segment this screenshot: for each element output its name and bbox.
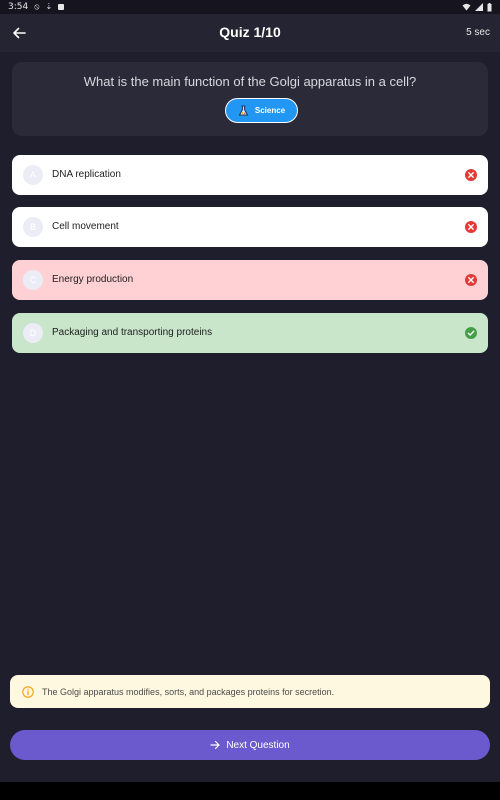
signal-icon [475,3,483,11]
notification-icon [58,4,65,10]
category-label: Science [254,106,286,115]
explanation-text: The Golgi apparatus modifies, sorts, and… [42,686,335,697]
x-circle-icon [465,169,477,181]
option-text: Energy production [52,274,134,285]
science-icon [238,105,249,116]
answer-option-c[interactable]: C Energy production [12,260,488,300]
x-circle-icon [465,221,477,233]
answer-option-b[interactable]: B Cell movement [12,207,488,247]
question-card: What is the main function of the Golgi a… [12,62,488,136]
answer-option-a[interactable]: A DNA replication [12,155,488,195]
option-text: Packaging and transporting proteins [52,327,213,338]
wifi-icon [462,3,471,11]
battery-icon [487,2,492,11]
info-icon [22,685,34,698]
download-icon: ⇣ [45,2,53,11]
arrow-right-icon [210,740,220,750]
option-letter: B [23,217,43,237]
explanation-banner: The Golgi apparatus modifies, sorts, and… [10,675,490,708]
next-button-label: Next Question [226,739,290,751]
option-text: DNA replication [52,169,121,180]
next-question-button[interactable]: Next Question [10,730,490,760]
category-chip[interactable]: Science [225,98,298,123]
option-letter: D [23,323,43,343]
option-letter: C [23,270,43,290]
check-circle-icon [465,327,477,339]
page-title: Quiz 1/10 [219,24,281,40]
status-bar: 3:54 ⦸ ⇣ [0,0,500,14]
question-text: What is the main function of the Golgi a… [83,74,417,89]
x-circle-icon [465,274,477,286]
answer-option-d[interactable]: D Packaging and transporting proteins [12,313,488,353]
option-text: Cell movement [52,221,119,232]
option-letter: A [23,165,43,185]
status-time: 3:54 [8,2,29,12]
navigation-bar [0,782,500,800]
timer: 5 sec [466,27,490,38]
do-not-disturb-icon: ⦸ [34,2,40,11]
app-bar: Quiz 1/10 5 sec [0,14,500,52]
